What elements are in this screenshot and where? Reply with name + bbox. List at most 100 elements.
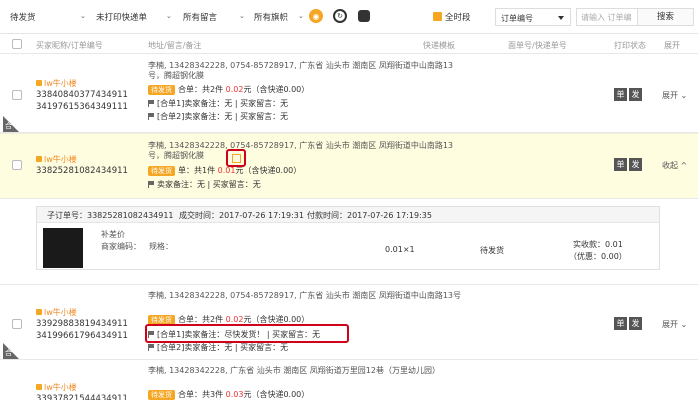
- order-summary: 待发货 合单：共3件 0.03元（含快递0.00）: [148, 389, 309, 400]
- print-waybill-button[interactable]: 单: [614, 88, 627, 101]
- flag-icon[interactable]: [148, 100, 154, 107]
- buyer-icon: [36, 309, 42, 315]
- print-invoice-button[interactable]: 发: [629, 158, 642, 171]
- product-qty: 0.01×1: [385, 245, 415, 254]
- order-summary: 待发货 单：共1件 0.01元（含快递0.00）: [148, 165, 301, 176]
- print-waybill-button[interactable]: 单: [614, 317, 627, 330]
- print-status: 单发: [614, 317, 644, 330]
- product-spec: 规格：: [149, 242, 173, 251]
- chevron-down-icon: ⌄: [80, 12, 86, 20]
- message-filter[interactable]: 所有留言 ⌄: [183, 11, 245, 23]
- col-address: 地址/留言/备注: [148, 41, 202, 50]
- caret-down-icon: [558, 16, 564, 20]
- order-id: 33937821544434911: [36, 394, 128, 400]
- order-id: 33929883819434911: [36, 319, 128, 329]
- address-text: 李楠, 13428342228, 0754-85728917, 广东省 汕头市 …: [148, 141, 454, 160]
- refresh-icon[interactable]: ↻: [333, 9, 347, 23]
- status-badge: 待发货: [148, 85, 175, 95]
- expand-toggle[interactable]: 展开 ⌄: [662, 90, 687, 101]
- settings-icon[interactable]: [358, 10, 370, 22]
- col-print-status: 打印状态: [614, 41, 646, 50]
- express-filter-label: 未打印快递单: [96, 13, 148, 23]
- address-text: 李楠, 13428342228, 0754-85728917, 广东省 汕头市 …: [148, 291, 462, 300]
- sub-order-header: 子订单号：33825281082434911 成交时间：2017-07-26 1…: [37, 207, 659, 223]
- status-badge: 待发货: [148, 166, 175, 176]
- price: 0.01: [217, 166, 236, 175]
- order-row[interactable]: lw牛小楼 33929883819434911 3419966179643491…: [0, 284, 698, 360]
- order-id: 34197615364349111: [36, 102, 128, 112]
- chevron-down-icon: ⌄: [239, 12, 245, 20]
- print-status: 单发: [614, 158, 644, 171]
- flag-icon[interactable]: [148, 344, 154, 351]
- sub-order-panel: 子订单号：33825281082434911 成交时间：2017-07-26 1…: [36, 206, 660, 270]
- order-note: [合单1]卖家备注：无 | 买家留言：无: [148, 98, 288, 109]
- col-express: 快递模板: [423, 41, 455, 50]
- order-note: 卖家备注：无 | 买家留言：无: [148, 179, 261, 190]
- select-all-checkbox[interactable]: [12, 39, 22, 49]
- order-checkbox[interactable]: [12, 90, 22, 100]
- annotation-highlight: [226, 149, 246, 167]
- order-checkbox[interactable]: [12, 319, 22, 329]
- flag-icon[interactable]: [148, 113, 154, 120]
- buyer-nick[interactable]: lw牛小楼: [36, 382, 77, 393]
- order-row[interactable]: lw牛小楼 33937821544434911 李楠, 13428342228,…: [0, 360, 698, 400]
- merged-corner-label: 合: [5, 349, 12, 357]
- order-id: 34199661796434911: [36, 331, 128, 341]
- order-note: [合单2]卖家备注：无 | 买家留言：无: [148, 111, 288, 122]
- print-status: 单发: [614, 88, 644, 101]
- print-waybill-button[interactable]: 单: [614, 158, 627, 171]
- address-text: 李楠, 13428342228, 0754-85728917, 广东省 汕头市 …: [148, 61, 454, 80]
- sub-order-id: 子订单号：33825281082434911: [47, 211, 174, 220]
- print-invoice-button[interactable]: 发: [629, 88, 642, 101]
- product-thumbnail[interactable]: [43, 228, 83, 268]
- table-header: 买家昵称/订单编号 地址/留言/备注 快递模板 面单号/快递单号 打印状态 展开: [0, 34, 698, 54]
- status-filter-label: 待发货: [10, 13, 36, 23]
- price: 0.02: [225, 85, 244, 94]
- search-button[interactable]: 搜索: [638, 8, 694, 26]
- col-expand: 展开: [664, 41, 680, 50]
- col-waybill: 面单号/快递单号: [508, 41, 567, 50]
- expand-toggle[interactable]: 展开 ⌄: [662, 319, 687, 330]
- buyer-icon: [36, 384, 42, 390]
- product-code: 商家编码：: [101, 242, 141, 251]
- collapse-toggle[interactable]: 收起 ^: [662, 160, 687, 171]
- sub-order-created: 成交时间：2017-07-26 17:19:31: [179, 211, 304, 220]
- status-filter[interactable]: 待发货 ⌄: [10, 11, 86, 23]
- sub-order-paid: 付款时间：2017-07-26 17:19:35: [307, 211, 432, 220]
- order-id: 33840840377434911: [36, 90, 128, 100]
- search-input[interactable]: [576, 8, 638, 26]
- buyer-nick[interactable]: lw牛小楼: [36, 307, 77, 318]
- order-row[interactable]: lw牛小楼 33825281082434911 李楠, 13428342228,…: [0, 133, 698, 199]
- search-field-label: 订单编号: [501, 14, 533, 23]
- filter-color-icon[interactable]: ◉: [309, 9, 323, 23]
- message-filter-label: 所有留言: [183, 13, 218, 23]
- col-buyer: 买家昵称/订单编号: [36, 41, 103, 50]
- buyer-icon: [36, 80, 42, 86]
- order-checkbox[interactable]: [12, 160, 22, 170]
- chevron-down-icon: ⌄: [166, 12, 172, 20]
- order-summary: 待发货 合单：共2件 0.02元（含快递0.00）: [148, 84, 309, 95]
- product-name[interactable]: 补差价: [101, 229, 125, 240]
- discount-amount: （优惠：0.00）: [569, 252, 627, 261]
- print-invoice-button[interactable]: 发: [629, 317, 642, 330]
- annotation-highlight: [145, 324, 349, 343]
- order-note: [合单2]卖家备注：无 | 买家留言：无: [148, 342, 288, 353]
- merged-corner-label: 合: [5, 122, 12, 130]
- received-amount: 实收款：0.01: [573, 240, 623, 249]
- search-field-select[interactable]: 订单编号: [495, 8, 571, 26]
- price: 0.03: [225, 390, 244, 399]
- sub-order-status: 待发货: [480, 246, 504, 255]
- status-badge: 待发货: [148, 390, 175, 400]
- calendar-icon: [433, 12, 442, 21]
- buyer-nick[interactable]: lw牛小楼: [36, 154, 77, 165]
- flag-icon[interactable]: [148, 181, 154, 188]
- price: 0.02: [225, 315, 244, 324]
- flag-filter[interactable]: 所有旗帜 ⌄: [254, 11, 304, 23]
- address-text: 李楠, 13428342228, 广东省 汕头市 潮南区 凤翔街道万里园12巷（…: [148, 366, 440, 375]
- express-filter[interactable]: 未打印快递单 ⌄: [96, 11, 172, 23]
- buyer-nick[interactable]: lw牛小楼: [36, 78, 77, 89]
- time-range-button[interactable]: 全时段: [433, 11, 471, 23]
- order-row[interactable]: lw牛小楼 33840840377434911 3419761536434911…: [0, 55, 698, 133]
- chevron-down-icon: ⌄: [298, 12, 304, 20]
- buyer-icon: [36, 156, 42, 162]
